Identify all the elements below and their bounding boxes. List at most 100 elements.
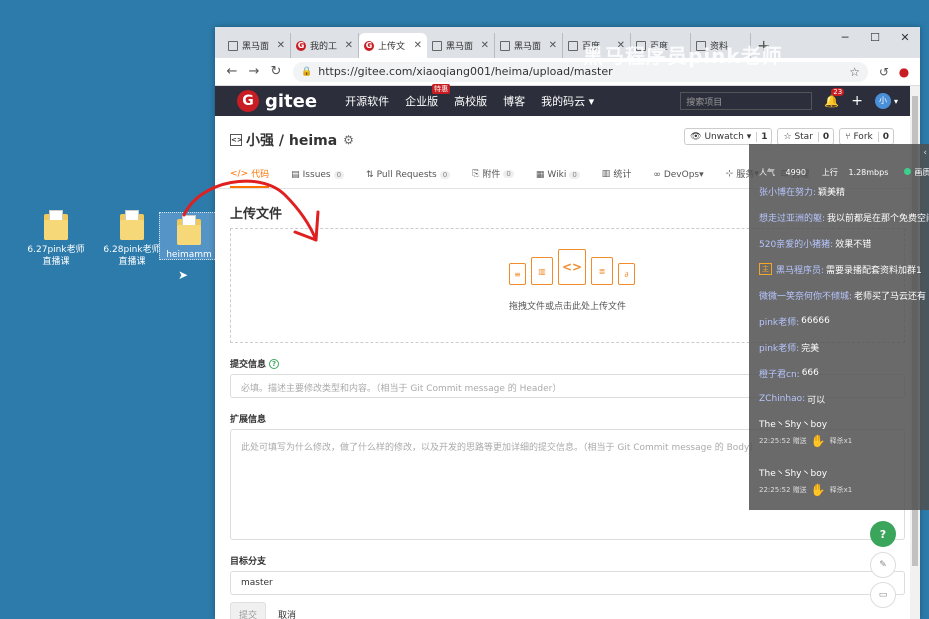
star-button[interactable]: ☆ Star 0 [777,128,835,145]
maximize-button[interactable]: ☐ [860,27,890,49]
file-type-icons: ≡ ▥ <> ≣ ∂ [509,249,640,285]
edit-float-button[interactable]: ✎ [870,552,896,578]
text-file-icon: ≣ [591,257,613,285]
browser-tab-active[interactable]: G 上传文 ✕ [359,33,427,58]
watch-button[interactable]: 👁 Unwatch ▾ 1 [684,128,773,145]
gitee-icon: G [296,40,306,51]
live-chat-panel: 人气 4990 上行 1.28mbps 画质: 最佳 张小博在努力:颖美精 想走… [749,144,929,510]
lock-icon: 🔒 [301,66,313,77]
branch-label: 目标分支 [230,557,267,567]
help-float-button[interactable]: ? [870,521,896,547]
tab-issues[interactable]: ▤ Issues 0 [291,170,345,188]
submit-button[interactable]: 提交 [230,602,267,619]
status-dot-icon [904,168,912,175]
chat-message: 微微一笑奈何你不倾城: 老师买了马云还有 [759,291,927,302]
window-controls: ─ ☐ ✕ [830,27,920,49]
browser-tab[interactable]: 黑马面 ✕ [427,33,495,58]
cancel-button[interactable]: 取消 [278,608,296,619]
tab-wiki[interactable]: ▦ Wiki 0 [536,170,580,188]
tab-code[interactable]: </> 代码 [230,167,270,188]
tab-pull-requests[interactable]: ⇅ Pull Requests 0 [366,170,451,188]
nav-open-source[interactable]: 开源软件 [345,93,389,109]
gitee-icon: G [364,40,374,51]
archive-file-icon: ≡ [509,263,526,285]
chevron-left-icon[interactable]: ‹ [923,148,927,158]
doc-icon [568,40,578,51]
settings-gear-icon[interactable]: ⚙ [343,133,354,147]
close-icon[interactable]: ✕ [549,40,557,51]
gitee-icon: G [237,90,259,112]
stream-watermark: 黑马程序员pink老师 [583,44,783,68]
browser-tab[interactable]: G 我的工 ✕ [291,33,359,58]
chat-message: ZChinhao: 可以 [759,394,826,406]
wiki-icon: ▦ [535,170,545,180]
chat-message: 想走过亚洲的躯: 我以前都是在那个免费空间 [759,213,929,224]
gift-message: The丶Shy丶boy 22:25:52 赠送 ✋ 释杀x1 [759,420,853,448]
nav-blog[interactable]: 博客 [503,93,525,109]
gitee-logo[interactable]: Ggitee [237,90,317,112]
branch-select[interactable]: master [230,571,905,595]
reload-icon[interactable]: ↻ [265,64,287,79]
doc-icon [432,40,442,51]
bell-icon[interactable]: 🔔 23 [824,88,845,108]
desktop-icon-label: 6.27pink老师直播课 [27,245,85,267]
close-icon[interactable]: ✕ [414,40,422,51]
chat-message: pink老师: 66666 [759,316,830,328]
extension-icon[interactable]: ● [894,65,914,79]
nav-enterprise[interactable]: 企业版 特惠 [405,84,451,109]
close-icon[interactable]: ✕ [481,40,489,51]
help-icon[interactable]: ? [269,358,280,369]
bookmark-star-icon[interactable]: ☆ [849,65,860,79]
code-file-icon: <> [558,249,586,285]
chart-file-icon: ▥ [531,257,553,285]
avatar[interactable]: 小 [874,93,891,109]
folder-icon [177,215,201,245]
notification-badge: 23 [831,88,845,96]
mouse-cursor-icon: ➤ [178,268,189,282]
gitee-header: Ggitee 开源软件 企业版 特惠 高校版 博客 我的码云 ▾ 搜索项目 🔔 23… [215,84,920,116]
devops-icon: ∞ [653,170,661,180]
close-icon[interactable]: ✕ [345,40,353,51]
repo-actions: 👁 Unwatch ▾ 1 ☆ Star 0 ⑂ Fork 0 [679,128,894,145]
tab-attachments[interactable]: ⎘ 附件 0 [472,167,514,188]
nav-university[interactable]: 高校版 [454,93,487,109]
fork-button[interactable]: ⑂ Fork 0 [839,128,894,145]
search-input[interactable]: 搜索项目 [680,92,813,110]
pdf-file-icon: ∂ [618,263,635,285]
forward-icon[interactable]: → [243,64,265,79]
chevron-down-icon[interactable]: ▾ [894,97,898,106]
pull-request-icon: ⇅ [366,170,374,180]
chat-message: 520亲爱的小猪猪: 效果不错 [759,239,872,250]
chat-message: 主黑马程序员: 需要录播配套资料加群1 [749,256,929,282]
desktop-folder-heimamm[interactable]: heimamm [159,212,219,260]
desktop-folder-627[interactable]: 6.27pink老师直播课 [26,210,86,268]
doc-icon [500,40,510,51]
extension-icon[interactable]: ↺ [874,65,894,79]
back-icon[interactable]: ← [221,64,243,79]
browser-tab[interactable]: 黑马面 ✕ [223,33,291,58]
host-badge: 主 [759,263,772,275]
chat-message: 橙子君cn: 666 [759,368,819,380]
folder-icon [44,210,68,240]
close-icon[interactable]: ✕ [277,40,285,51]
browser-tab[interactable]: 黑马面 ✕ [495,33,563,58]
issues-icon: ▤ [291,170,300,180]
folder-icon [120,210,144,240]
gift-hand-icon: ✋ [810,483,826,497]
desktop-folder-628[interactable]: 6.28pink老师直播课 [102,210,162,268]
close-window-button[interactable]: ✕ [890,27,920,49]
stats-icon: ▥ [601,168,611,179]
tab-devops[interactable]: ∞ DevOps ▾ [653,170,703,188]
star-icon: ☆ [783,131,792,142]
fork-icon: ⑂ [845,131,851,142]
desktop-icon-label: 6.28pink老师直播课 [103,245,161,267]
tab-stats[interactable]: ▥ 统计 [602,167,632,188]
doc-icon [228,40,238,51]
services-icon: ⊹ [725,168,734,179]
plus-icon[interactable]: + [851,93,863,109]
address-bar: ← → ↻ 🔒 https://gitee.com/xiaoqiang001/h… [215,58,920,86]
nav-my-gitee[interactable]: 我的码云 ▾ [541,93,594,109]
minimize-button[interactable]: ─ [830,27,860,49]
feedback-float-button[interactable]: ▭ [870,582,896,608]
chat-message: pink老师: 完美 [759,343,820,354]
